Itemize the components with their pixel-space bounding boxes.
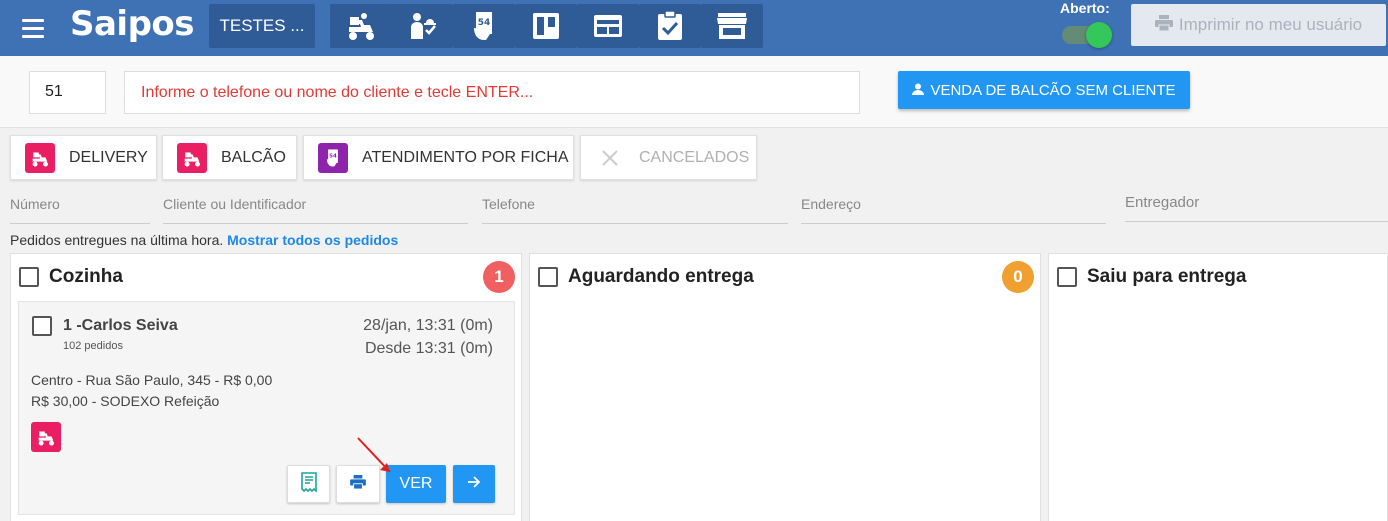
select-all-checkbox[interactable] — [538, 267, 558, 287]
order-checkbox[interactable] — [32, 316, 52, 336]
svg-text:54: 54 — [329, 153, 337, 159]
delivery-scooter-icon — [31, 422, 61, 452]
show-all-orders-link[interactable]: Mostrar todos os pedidos — [227, 232, 398, 248]
order-ticket-icon: 54 — [318, 142, 348, 173]
store-selector-button[interactable]: TESTES ... — [209, 4, 315, 48]
order-since: Desde 13:31 (0m) — [364, 340, 493, 357]
tab-cancelados-label: CANCELADOS — [639, 148, 750, 166]
filter-numero[interactable]: Número — [10, 196, 150, 224]
delivery-scooter-icon[interactable] — [330, 4, 392, 48]
info-line: Pedidos entregues na última hora. Mostra… — [10, 232, 398, 248]
column-aguardando-entrega: Aguardando entrega 0 — [529, 253, 1041, 521]
store-icon[interactable] — [701, 4, 763, 48]
tab-balcao[interactable]: BALCÃO — [162, 135, 297, 180]
app-logo[interactable]: Saipos — [70, 4, 195, 44]
delivery-scooter-icon — [177, 142, 207, 173]
open-status-toggle[interactable] — [1060, 22, 1116, 48]
count-badge: 0 — [1002, 261, 1034, 293]
tab-cancelados[interactable]: CANCELADOS — [580, 135, 757, 180]
tab-atendimento-ficha[interactable]: 54 ATENDIMENTO POR FICHA — [303, 135, 574, 180]
search-row: 51 Informe o telefone ou nome do cliente… — [0, 56, 1388, 128]
print-user-label: Imprimir no meu usuário — [1178, 15, 1363, 34]
count-badge: 1 — [483, 261, 515, 293]
order-count: 102 pedidos — [63, 340, 123, 352]
client-search-input[interactable]: Informe o telefone ou nome do cliente e … — [124, 71, 860, 114]
menu-icon[interactable] — [22, 14, 52, 42]
tab-delivery-label: DELIVERY — [69, 148, 148, 166]
advance-order-button[interactable] — [453, 465, 495, 503]
kanban-board-icon[interactable] — [515, 4, 577, 48]
delivery-scooter-icon — [25, 142, 55, 173]
order-number-field[interactable]: 51 — [29, 71, 106, 114]
order-address: Centro - Rua São Paulo, 345 - R$ 0,00 — [31, 372, 273, 388]
print-user-button[interactable]: Imprimir no meu usuário — [1131, 4, 1386, 46]
arrow-right-icon — [467, 475, 481, 493]
tab-atendimento-label: ATENDIMENTO POR FICHA — [362, 148, 569, 166]
tab-balcao-label: BALCÃO — [221, 148, 286, 166]
checklist-icon[interactable] — [639, 4, 701, 48]
order-card[interactable]: 1 -Carlos Seiva 102 pedidos 28/jan, 13:3… — [18, 301, 515, 515]
top-bar: Saipos TESTES ... 54 Aberto: Imprimir no… — [0, 0, 1388, 56]
open-status-label: Aberto: — [1060, 0, 1110, 16]
info-text: Pedidos entregues na última hora. — [10, 232, 224, 248]
printer-icon — [1154, 14, 1173, 36]
counter-sale-label: VENDA DE BALCÃO SEM CLIENTE — [930, 81, 1176, 99]
table-screen-icon[interactable] — [577, 4, 639, 48]
order-ticket-icon[interactable]: 54 — [453, 4, 515, 48]
order-payment: R$ 30,00 - SODEXO Refeição — [31, 393, 220, 409]
column-title: Aguardando entrega — [568, 266, 754, 287]
column-title: Cozinha — [49, 266, 123, 287]
order-date: 28/jan, 13:31 (0m) — [363, 317, 493, 334]
person-icon — [912, 82, 925, 99]
order-details: Centro - Rua São Paulo, 345 - R$ 0,00 R$… — [31, 370, 272, 412]
filter-entregador[interactable]: Entregador — [1125, 194, 1388, 222]
filter-cliente[interactable]: Cliente ou Identificador — [163, 196, 468, 224]
receipt-button[interactable] — [287, 465, 330, 503]
tab-delivery[interactable]: DELIVERY — [10, 135, 157, 180]
filter-endereco[interactable]: Endereço — [801, 196, 1106, 224]
column-title: Saiu para entrega — [1087, 266, 1247, 287]
select-all-checkbox[interactable] — [1057, 267, 1077, 287]
counter-sale-button[interactable]: VENDA DE BALCÃO SEM CLIENTE — [898, 71, 1190, 109]
column-header: Saiu para entrega — [1057, 266, 1246, 288]
waiter-tray-icon[interactable] — [391, 4, 453, 48]
order-title: 1 -Carlos Seiva — [63, 317, 178, 334]
annotation-arrow — [357, 437, 391, 473]
filter-telefone[interactable]: Telefone — [482, 196, 788, 224]
column-header: Aguardando entrega — [538, 266, 754, 288]
column-saiu-entrega: Saiu para entrega — [1048, 253, 1388, 521]
svg-text:54: 54 — [478, 18, 491, 28]
column-header: Cozinha — [19, 266, 123, 288]
close-icon — [595, 143, 625, 173]
select-all-checkbox[interactable] — [19, 267, 39, 287]
receipt-icon — [300, 471, 317, 497]
